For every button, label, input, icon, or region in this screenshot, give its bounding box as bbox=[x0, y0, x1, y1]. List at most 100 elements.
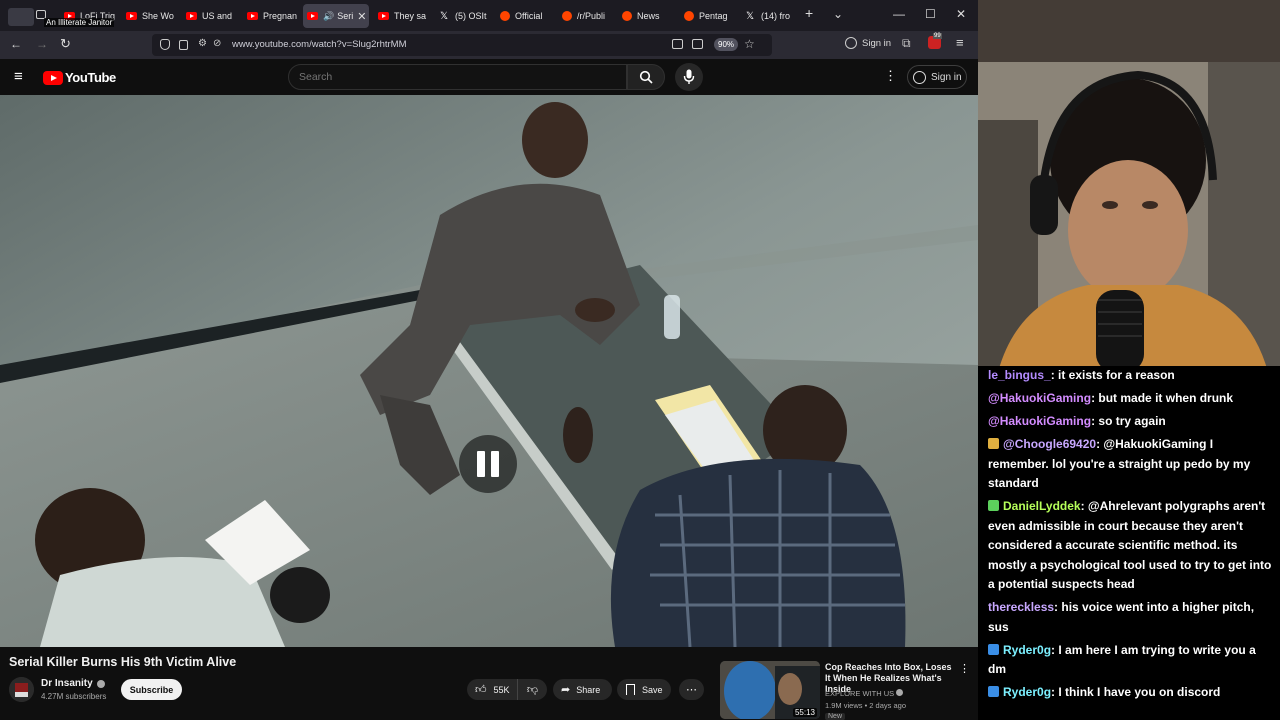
chat-username: @Choogle69420 bbox=[1003, 437, 1097, 451]
dislike-button[interactable]: 👎︎ bbox=[517, 679, 547, 700]
address-bar[interactable]: ⚙ ⊘ www.youtube.com/watch?v=Slug2rhtrMM … bbox=[152, 34, 772, 56]
reload-icon[interactable]: ↻ bbox=[60, 36, 71, 52]
extensions-icon[interactable]: ⧉ bbox=[902, 36, 911, 51]
tab-active-video[interactable]: 🔊 Seri ✕ bbox=[303, 4, 369, 28]
youtube-header: ≡ YouTube ⋮ Sign in bbox=[0, 59, 978, 95]
save-button[interactable]: Save bbox=[617, 679, 671, 700]
zoom-level[interactable]: 90% bbox=[714, 38, 739, 51]
search-icon bbox=[639, 70, 653, 84]
reddit-icon bbox=[562, 11, 572, 21]
subscribe-button[interactable]: Subscribe bbox=[121, 679, 182, 700]
minimize-icon[interactable]: — bbox=[893, 7, 905, 21]
tab-close-icon[interactable]: ✕ bbox=[357, 10, 366, 23]
search-button[interactable] bbox=[627, 64, 665, 90]
share-icon: ➦ bbox=[561, 684, 571, 696]
tab-they-sa[interactable]: They sa bbox=[374, 4, 430, 28]
back-icon[interactable]: ← bbox=[10, 37, 22, 51]
blocked-icon[interactable]: ⊘ bbox=[213, 38, 221, 49]
hamburger-menu-icon[interactable]: ≡ bbox=[14, 68, 23, 85]
account-icon bbox=[913, 70, 926, 84]
browser-sign-in[interactable]: Sign in bbox=[845, 37, 891, 49]
permissions-icon[interactable]: ⚙ bbox=[198, 38, 207, 49]
tab-r-publi[interactable]: /r/Publi bbox=[558, 4, 616, 28]
channel-name[interactable]: Dr Insanity bbox=[41, 678, 105, 689]
tab-us-and[interactable]: US and bbox=[182, 4, 238, 28]
tab-osit[interactable]: 𝕏 (5) OSIt bbox=[436, 4, 494, 28]
chat-text: : I think I have you on discord bbox=[1051, 685, 1221, 699]
chat-username: le_bingus_ bbox=[988, 368, 1051, 382]
chat-message: Ryder0g: I think I have you on discord bbox=[988, 683, 1274, 703]
shield-icon[interactable] bbox=[160, 39, 170, 50]
lock-icon[interactable] bbox=[179, 40, 188, 50]
share-button[interactable]: ➦ Share bbox=[553, 679, 612, 700]
speaker-icon[interactable]: 🔊 bbox=[323, 11, 334, 22]
more-actions-button[interactable]: ⋯ bbox=[679, 679, 704, 700]
reddit-icon bbox=[622, 11, 632, 21]
chat-text: : but made it when drunk bbox=[1091, 391, 1234, 405]
channel-avatar-image bbox=[9, 677, 34, 702]
more-options-icon[interactable]: ⋮ bbox=[884, 68, 897, 84]
more-horizontal-icon: ⋯ bbox=[686, 684, 697, 696]
profile-tooltip: An Illiterate Janitor bbox=[44, 18, 115, 27]
profile-avatar[interactable] bbox=[8, 8, 34, 26]
tab-bar: An Illiterate Janitor LoFi Trig She Wo U… bbox=[0, 0, 978, 31]
tab-official[interactable]: Official bbox=[496, 4, 554, 28]
verified-icon bbox=[896, 689, 904, 696]
chat-badge-icon bbox=[988, 643, 999, 655]
tab-she-wo[interactable]: She Wo bbox=[122, 4, 178, 28]
url-text[interactable]: www.youtube.com/watch?v=Slug2rhtrMM bbox=[232, 39, 407, 50]
chat-message: thereckless: his voice went into a highe… bbox=[988, 598, 1274, 637]
search-input[interactable] bbox=[299, 71, 609, 83]
youtube-icon bbox=[186, 12, 197, 20]
chat-message: @HakuokiGaming: but made it when drunk bbox=[988, 389, 1274, 409]
pause-button[interactable] bbox=[459, 435, 517, 493]
thumbs-down-icon: 👎︎ bbox=[526, 684, 539, 696]
recommended-more-icon[interactable]: ⋮ bbox=[959, 662, 970, 675]
tab-pentag[interactable]: Pentag bbox=[680, 4, 738, 28]
subscriber-count: 4.27M subscribers bbox=[41, 692, 107, 701]
account-icon bbox=[845, 37, 857, 49]
thumbs-up-icon: 👍︎ bbox=[475, 684, 487, 696]
close-window-icon[interactable]: ✕ bbox=[956, 7, 966, 21]
forward-icon[interactable]: → bbox=[36, 37, 48, 51]
x-icon: 𝕏 bbox=[440, 10, 449, 22]
chat-username: @HakuokiGaming bbox=[988, 414, 1092, 428]
new-tab-icon[interactable]: + bbox=[805, 5, 813, 21]
maximize-icon[interactable]: ☐ bbox=[925, 7, 936, 21]
recommended-meta: 1.9M views • 2 days ago bbox=[825, 701, 906, 710]
webcam-feed bbox=[978, 0, 1280, 372]
video-frame bbox=[0, 95, 978, 647]
chat-username: Ryder0g bbox=[1003, 642, 1052, 657]
chat-message: DanielLyddek: @Ahrelevant polygraphs are… bbox=[988, 497, 1274, 595]
recommended-channel[interactable]: EXPLORE WITH US bbox=[825, 689, 904, 698]
tab-pregnan[interactable]: Pregnan bbox=[243, 4, 299, 28]
youtube-logo-icon bbox=[43, 70, 63, 85]
chat-message: @HakuokiGaming: so try again bbox=[988, 412, 1274, 432]
youtube-logo[interactable]: YouTube bbox=[43, 70, 116, 85]
channel-avatar[interactable] bbox=[9, 677, 34, 702]
youtube-icon bbox=[247, 12, 258, 20]
chat-text: : it exists for a reason bbox=[1050, 368, 1175, 382]
stream-chat: le_bingus_: it exists for a reason @Hakuo… bbox=[978, 366, 1280, 716]
video-player[interactable] bbox=[0, 95, 978, 647]
voice-search-button[interactable] bbox=[675, 63, 703, 91]
like-button[interactable]: 👍︎ 55K bbox=[467, 679, 517, 700]
browser-window: An Illiterate Janitor LoFi Trig She Wo U… bbox=[0, 0, 978, 720]
reddit-icon bbox=[500, 11, 510, 21]
stream-panel: le_bingus_: it exists for a reason @Hakuo… bbox=[978, 0, 1280, 720]
chat-username: DanielLyddek bbox=[1003, 499, 1081, 513]
bookmark-star-icon[interactable]: ☆ bbox=[744, 37, 755, 51]
recommended-thumbnail[interactable]: 55:13 bbox=[720, 661, 820, 719]
chevron-down-icon[interactable]: ⌄ bbox=[833, 7, 843, 21]
chat-message: le_bingus_: it exists for a reason bbox=[988, 366, 1274, 386]
reader-icon[interactable] bbox=[692, 39, 703, 49]
menu-icon[interactable]: ≡ bbox=[956, 35, 964, 50]
youtube-sign-in-button[interactable]: Sign in bbox=[907, 65, 967, 89]
tab-news[interactable]: News bbox=[618, 4, 676, 28]
picture-icon[interactable] bbox=[672, 39, 683, 49]
chat-badge-icon bbox=[988, 500, 999, 511]
search-box[interactable] bbox=[288, 64, 627, 90]
youtube-icon bbox=[126, 12, 137, 20]
chat-text: : so try again bbox=[1091, 414, 1166, 428]
tab-fro[interactable]: 𝕏 (14) fro bbox=[742, 4, 802, 28]
